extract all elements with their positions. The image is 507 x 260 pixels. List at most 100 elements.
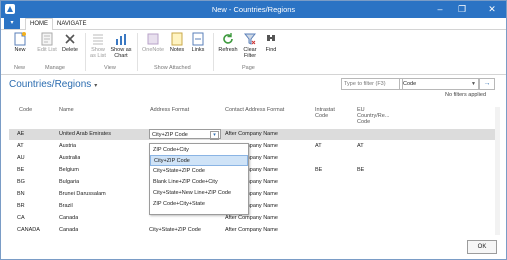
find-button[interactable]: Find bbox=[262, 32, 280, 53]
ok-button[interactable]: OK bbox=[467, 240, 497, 254]
vertical-scrollbar[interactable] bbox=[495, 107, 500, 235]
list-view-icon bbox=[93, 34, 103, 45]
group-separator bbox=[85, 33, 86, 71]
delete-button[interactable]: Delete bbox=[59, 32, 81, 53]
chevron-down-icon: ▼ bbox=[471, 81, 476, 87]
cell-code: AT bbox=[17, 143, 24, 149]
table-row[interactable]: CA Canada After Company Name bbox=[9, 213, 496, 224]
cell-code: BN bbox=[17, 191, 25, 197]
chevron-down-icon[interactable]: ▾ bbox=[210, 131, 219, 140]
dropdown-option[interactable]: ZIP Code+City+State bbox=[150, 199, 248, 210]
page-title[interactable]: Countries/Regions ▾ bbox=[9, 79, 97, 90]
column-header-address-format[interactable]: Address Format bbox=[150, 107, 189, 113]
delete-label: Delete bbox=[62, 47, 78, 53]
cell-name: Brunei Darussalam bbox=[59, 191, 106, 197]
edit-list-button[interactable]: Edit List bbox=[37, 32, 57, 53]
apply-filter-button[interactable]: → bbox=[479, 78, 495, 90]
table-row[interactable]: BG Bulgaria After Company Name bbox=[9, 177, 496, 188]
refresh-button[interactable]: Refresh bbox=[217, 32, 239, 53]
onenote-button[interactable]: OneNote bbox=[141, 32, 165, 53]
cell-address-format: City+State+ZIP Code bbox=[149, 227, 201, 233]
cell-intrastat-code: BE bbox=[315, 167, 323, 173]
cell-code: BG bbox=[17, 179, 25, 185]
ribbon-tab-bar: ▾ HOME NAVIGATE bbox=[1, 18, 506, 31]
refresh-icon bbox=[223, 33, 233, 44]
cell-contact-format: After Company Name bbox=[225, 131, 278, 137]
table-row[interactable]: BR Brazil After Company Name bbox=[9, 201, 496, 212]
address-format-dropdown: ZIP Code+City City+ZIP Code City+State+Z… bbox=[149, 143, 249, 215]
page-header: Countries/Regions ▾ Type to filter (F3) C… bbox=[1, 75, 506, 103]
table-row[interactable]: AT Austria After Company Name AT AT bbox=[9, 141, 496, 152]
group-label-new: New bbox=[14, 65, 26, 71]
group-separator bbox=[213, 33, 214, 71]
table-row[interactable]: AU Australia After Company Name bbox=[9, 153, 496, 164]
show-as-list-button[interactable]: Show as List bbox=[88, 32, 108, 59]
edit-list-icon bbox=[41, 32, 53, 46]
show-as-chart-label: Show as Chart bbox=[110, 47, 132, 59]
table-row-selected[interactable]: AE United Arab Emirates After Company Na… bbox=[9, 129, 496, 140]
group-label-page: Page bbox=[242, 65, 255, 71]
dropdown-option[interactable]: City+State+ZIP Code bbox=[150, 166, 248, 177]
new-button[interactable]: New bbox=[9, 32, 31, 53]
cell-intrastat-code: AT bbox=[315, 143, 322, 149]
column-header-eu-code[interactable]: EU Country/Re... Code bbox=[357, 107, 389, 125]
filter-search-input[interactable]: Type to filter (F3) bbox=[341, 78, 403, 90]
column-header-intrastat-code[interactable]: Intrastat Code bbox=[315, 107, 341, 119]
arrow-right-icon: → bbox=[483, 80, 491, 87]
new-button-label: New bbox=[14, 47, 26, 53]
cell-eu-code: AT bbox=[357, 143, 364, 149]
ribbon: New Edit List Delete Show as List Show a… bbox=[1, 30, 506, 75]
table-row[interactable]: BE Belgium After Company Name BE BE bbox=[9, 165, 496, 176]
column-header-contact-address-format[interactable]: Contact Address Format bbox=[225, 107, 284, 113]
cell-name: Belgium bbox=[59, 167, 79, 173]
new-document-icon bbox=[14, 32, 26, 46]
find-label: Find bbox=[265, 47, 277, 53]
tab-navigate[interactable]: NAVIGATE bbox=[53, 19, 90, 29]
clear-filter-button[interactable]: Clear Filter bbox=[240, 32, 260, 59]
cell-code: BR bbox=[17, 203, 25, 209]
group-separator bbox=[137, 33, 138, 71]
links-button[interactable]: Links bbox=[189, 32, 207, 53]
cell-name: Canada bbox=[59, 227, 79, 233]
notes-icon bbox=[171, 32, 183, 46]
cell-name: Austria bbox=[59, 143, 77, 149]
cell-code: AU bbox=[17, 155, 25, 161]
onenote-icon bbox=[147, 33, 159, 45]
clear-filter-label: Clear Filter bbox=[243, 47, 257, 59]
dropdown-option[interactable]: Blank Line+ZIP Code+City bbox=[150, 177, 248, 188]
table-row[interactable]: BN Brunei Darussalam After Company Name bbox=[9, 189, 496, 200]
refresh-label: Refresh bbox=[218, 47, 238, 53]
cell-name: Canada bbox=[59, 215, 79, 221]
notes-button[interactable]: Notes bbox=[167, 32, 187, 53]
file-menu-button[interactable]: ▾ bbox=[4, 18, 20, 29]
column-header-code[interactable]: Code bbox=[19, 107, 32, 113]
dropdown-option[interactable]: City+State+New Line+ZIP Code bbox=[150, 188, 248, 199]
filter-field-select[interactable]: Code ▼ bbox=[399, 78, 479, 90]
clear-filter-icon bbox=[244, 33, 256, 45]
cell-name: Australia bbox=[59, 155, 81, 161]
close-button[interactable]: ✕ bbox=[481, 1, 503, 18]
restore-button[interactable]: ❐ bbox=[453, 1, 471, 18]
dropdown-option-highlighted[interactable]: City+ZIP Code bbox=[150, 155, 248, 166]
onenote-label: OneNote bbox=[141, 47, 164, 53]
page-title-text: Countries/Regions bbox=[9, 79, 92, 90]
links-label: Links bbox=[191, 47, 205, 53]
group-label-show-attached: Show Attached bbox=[154, 65, 191, 71]
cell-eu-code: BE bbox=[357, 167, 365, 173]
column-header-name[interactable]: Name bbox=[59, 107, 74, 113]
cell-name: Bulgaria bbox=[59, 179, 80, 185]
minimize-button[interactable]: – bbox=[431, 1, 449, 18]
delete-icon bbox=[65, 34, 75, 44]
cell-code: CANADA bbox=[17, 227, 40, 233]
cell-code: CA bbox=[17, 215, 25, 221]
group-label-manage: Manage bbox=[45, 65, 65, 71]
group-label-view: View bbox=[104, 65, 116, 71]
title-bar: New - Countries/Regions – ❐ ✕ bbox=[1, 1, 506, 18]
address-format-select[interactable]: City+ZIP Code ▾ bbox=[149, 129, 221, 140]
show-as-list-label: Show as List bbox=[90, 47, 106, 59]
show-as-chart-button[interactable]: Show as Chart bbox=[110, 32, 132, 59]
edit-list-label: Edit List bbox=[37, 47, 57, 53]
table-row[interactable]: CANADA Canada City+State+ZIP Code After … bbox=[9, 225, 496, 236]
cell-name: Brazil bbox=[59, 203, 73, 209]
app-window: New - Countries/Regions – ❐ ✕ ▾ HOME NAV… bbox=[0, 0, 507, 260]
